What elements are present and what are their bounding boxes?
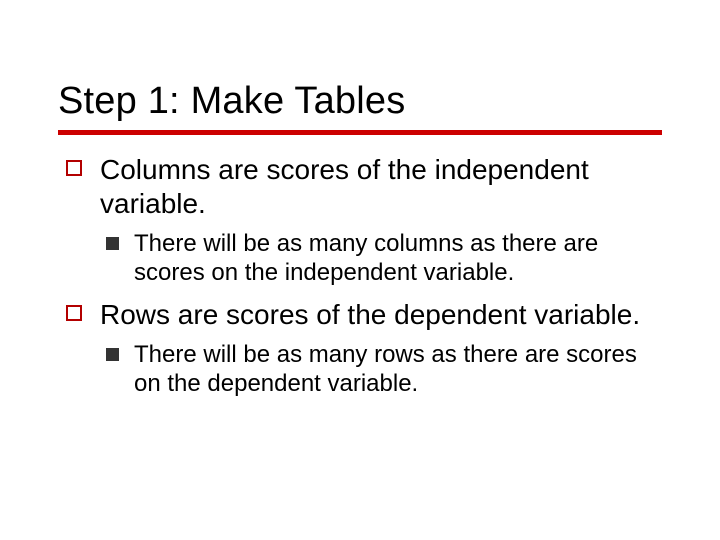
list-item: Columns are scores of the independent va… xyxy=(58,153,662,288)
sub-list: There will be as many columns as there a… xyxy=(100,229,662,288)
list-item: There will be as many columns as there a… xyxy=(100,229,662,288)
list-item: Rows are scores of the dependent variabl… xyxy=(58,298,662,399)
sub-bullet-text: There will be as many columns as there a… xyxy=(134,230,598,286)
sub-bullet-text: There will be as many rows as there are … xyxy=(134,341,637,397)
bullet-text: Rows are scores of the dependent variabl… xyxy=(100,299,640,330)
bullet-text: Columns are scores of the independent va… xyxy=(100,154,589,219)
bullet-list: Columns are scores of the independent va… xyxy=(58,153,662,399)
slide-title: Step 1: Make Tables xyxy=(58,80,662,124)
sub-list: There will be as many rows as there are … xyxy=(100,340,662,399)
title-underline xyxy=(58,130,662,135)
slide: Step 1: Make Tables Columns are scores o… xyxy=(0,0,720,540)
list-item: There will be as many rows as there are … xyxy=(100,340,662,399)
